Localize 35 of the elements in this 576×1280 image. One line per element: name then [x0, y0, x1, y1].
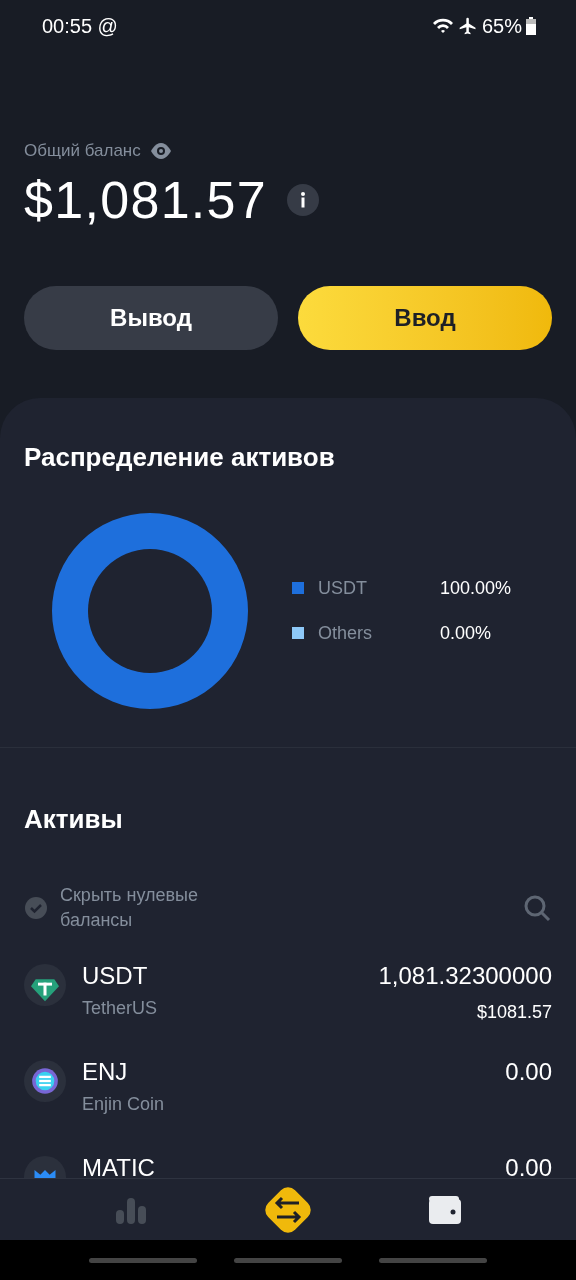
hide-zero-checkbox[interactable]: Скрыть нулевые балансы — [24, 882, 230, 933]
battery-percent: 65% — [481, 14, 522, 39]
asset-amount: 0.00 — [505, 1152, 552, 1178]
total-balance-label: Общий баланс — [24, 140, 141, 162]
deposit-button[interactable]: Ввод — [298, 285, 552, 350]
eye-icon — [148, 141, 173, 160]
battery-icon — [526, 17, 536, 35]
asset-name: TetherUS — [82, 996, 159, 1020]
airplane-icon — [457, 16, 478, 36]
asset-name: Enjin Coin — [82, 1092, 166, 1116]
asset-symbol: ENJ — [82, 1056, 129, 1087]
tether-coin-icon — [24, 963, 66, 1006]
legend-swatch-icon — [292, 627, 304, 639]
asset-amount: 1,081.32300000 — [378, 960, 552, 991]
wallet-icon[interactable] — [428, 1194, 463, 1225]
asset-row[interactable]: USDT TetherUS 1,081.32300000 $1081.57 — [24, 960, 552, 1027]
section-title: Распределение активов — [24, 440, 336, 474]
legend-swatch-icon — [292, 582, 304, 594]
asset-row[interactable]: ENJ Enjin Coin 0.00 — [24, 1056, 552, 1123]
asset-value: $1081.57 — [476, 1000, 552, 1024]
enjin-coin-icon — [24, 1059, 66, 1102]
asset-row[interactable]: MATIC 0.00 — [24, 1152, 552, 1178]
info-icon[interactable] — [287, 183, 320, 216]
status-time: 00:55 @ — [42, 14, 118, 39]
wifi-icon — [431, 17, 454, 35]
legend-value: 0.00% — [440, 621, 492, 645]
legend-value: 100.00% — [440, 576, 512, 600]
asset-symbol: USDT — [82, 960, 149, 991]
asset-symbol: MATIC — [82, 1152, 156, 1178]
asset-amount: 0.00 — [505, 1056, 552, 1087]
legend-label: USDT — [318, 576, 368, 600]
total-balance-amount: $1,081.57 — [24, 169, 268, 231]
legend-label: Others — [318, 621, 374, 645]
withdraw-button[interactable]: Вывод — [24, 285, 278, 350]
section-title: Активы — [24, 802, 124, 836]
